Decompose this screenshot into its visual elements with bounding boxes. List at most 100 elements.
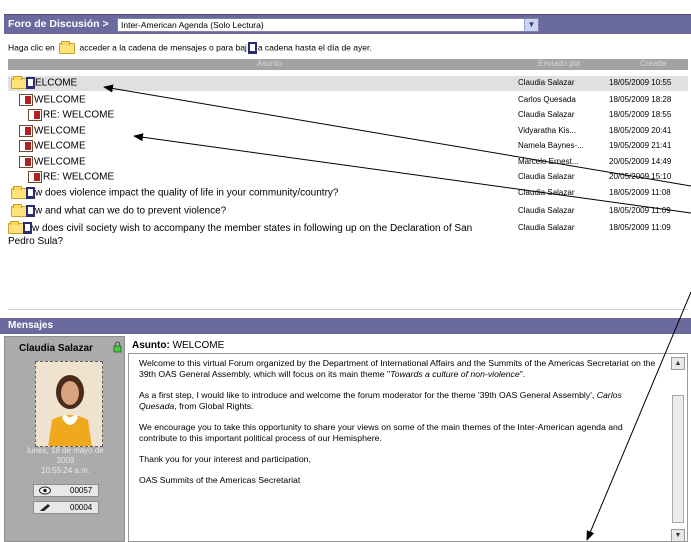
- thread-subject-cell: WELCOME: [19, 156, 86, 168]
- document-icon: [247, 42, 257, 54]
- author-photo: [35, 361, 103, 447]
- folder-icon[interactable]: [8, 220, 24, 234]
- lock-icon: [113, 341, 122, 353]
- avatar: [36, 362, 102, 446]
- author-panel: Claudia Salazar lunes, 18 de mayo de 200…: [4, 336, 125, 542]
- thread-date: 18/05/2009 11:08: [609, 188, 671, 197]
- instructions-text-3: a cadena hasta el día de ayer.: [257, 42, 372, 53]
- thread-row[interactable]: WELCOME Carlos Quesada 18/05/2009 18:28: [8, 93, 688, 108]
- subject-value: WELCOME: [172, 340, 225, 351]
- message-body: Welcome to this virtual Forum organized …: [139, 358, 659, 496]
- thread-sender: Vidyaratha Kis...: [518, 126, 577, 135]
- thread-subject-cell: WELCOME: [19, 140, 86, 152]
- author-post-date: lunes, 18 de mayo de 2009 10:55:24 a.m.: [5, 446, 126, 476]
- reply-icon: [28, 109, 42, 121]
- thread-subject-cell: WELCOME: [19, 125, 86, 137]
- thread-sender: Claudia Salazar: [518, 206, 575, 215]
- instructions-text-2: acceder a la cadena de mensajes o para b…: [79, 42, 247, 53]
- thread-date: 18/05/2009 10:55: [609, 78, 672, 87]
- thread-date: 18/05/2009 18:28: [609, 95, 672, 104]
- forum-header-bar: Foro de Discusión > Inter-American Agend…: [4, 14, 691, 34]
- thread-subject-cell: w and what can we do to prevent violence…: [11, 203, 227, 217]
- thread-sender: Marcelo Ernest...: [518, 157, 579, 166]
- message-paragraph: As a first step, I would like to introdu…: [139, 390, 659, 412]
- thread-row[interactable]: RE: WELCOME Claudia Salazar 18/05/2009 1…: [8, 108, 688, 123]
- subject-label: Asunto:: [132, 340, 170, 351]
- thread-sender: Namela Baynes-...: [518, 141, 584, 150]
- thread-sender: Carlos Quesada: [518, 95, 576, 104]
- author-name: Claudia Salazar: [19, 343, 93, 354]
- thread-subject: WELCOME: [34, 125, 86, 137]
- column-created: Creada: [640, 59, 667, 68]
- thread-subject: RE: WELCOME: [43, 171, 115, 183]
- forum-select-value: Inter-American Agenda (Solo Lectura): [121, 20, 264, 30]
- reply-icon: [19, 156, 33, 168]
- message-italic-text: Towards a culture of non-violence: [390, 369, 520, 379]
- message-scrollbar[interactable]: ▲ ▼: [671, 357, 685, 542]
- thread-subject: WELCOME: [34, 140, 86, 152]
- eye-icon: [39, 486, 51, 495]
- thread-date: 20/05/2009 14:49: [609, 157, 672, 166]
- thread-row[interactable]: WELCOME Marcelo Ernest... 20/05/2009 14:…: [8, 155, 688, 170]
- thread-row[interactable]: WELCOME Namela Baynes-... 19/05/2009 21:…: [8, 139, 688, 154]
- thread-sender: Claudia Salazar: [518, 223, 575, 232]
- folder-icon: [59, 40, 76, 54]
- document-icon[interactable]: [26, 187, 35, 199]
- thread-subject-cell: w does civil society wish to accompany t…: [8, 220, 478, 248]
- thread-row[interactable]: RE: WELCOME Claudia Salazar 20/05/2009 1…: [8, 170, 688, 185]
- message-paragraph: OAS Summits of the Americas Secretariat: [139, 475, 301, 485]
- message-paragraph: Thank you for your interest and particip…: [139, 454, 311, 464]
- thread-row[interactable]: ELCOME Claudia Salazar 18/05/2009 10:55: [8, 75, 688, 91]
- messages-panel-header: Mensajes: [0, 318, 691, 334]
- thread-row[interactable]: w does civil society wish to accompany t…: [4, 220, 684, 249]
- thread-sender: Claudia Salazar: [518, 110, 575, 119]
- thread-row[interactable]: w does violence impact the quality of li…: [8, 185, 688, 201]
- thread-subject-cell: w does violence impact the quality of li…: [11, 185, 338, 199]
- pencil-icon: [40, 504, 50, 511]
- posts-count: 00004: [70, 503, 93, 512]
- document-icon[interactable]: [26, 205, 35, 217]
- thread-date: 18/05/2009 20:41: [609, 126, 672, 135]
- thread-subject: WELCOME: [34, 156, 86, 168]
- thread-row[interactable]: WELCOME Vidyaratha Kis... 18/05/2009 20:…: [8, 124, 688, 139]
- thread-subject: RE: WELCOME: [43, 109, 115, 121]
- forum-select[interactable]: Inter-American Agenda (Solo Lectura) ▼: [117, 18, 539, 32]
- column-sender: Enviado por: [538, 59, 581, 68]
- thread-subject: w and what can we do to prevent violence…: [35, 205, 227, 217]
- column-subject: Asunto: [257, 59, 282, 68]
- scroll-up-button[interactable]: ▲: [671, 357, 685, 370]
- reply-icon: [28, 171, 42, 183]
- thread-subject-cell: WELCOME: [19, 94, 86, 106]
- folder-icon[interactable]: [11, 185, 27, 199]
- document-icon[interactable]: [23, 222, 32, 235]
- views-count: 00057: [70, 486, 93, 495]
- chevron-down-icon[interactable]: ▼: [524, 19, 538, 31]
- reply-icon: [19, 140, 33, 152]
- thread-subject: WELCOME: [34, 94, 86, 106]
- thread-subject: w does civil society wish to accompany t…: [8, 223, 473, 247]
- thread-date: 18/05/2009 11:09: [609, 223, 671, 232]
- message-body-box[interactable]: Welcome to this virtual Forum organized …: [128, 353, 688, 542]
- forum-title: Foro de Discusión >: [8, 18, 109, 30]
- thread-date: 19/05/2009 21:41: [609, 141, 672, 150]
- message-subject: Asunto: WELCOME: [132, 340, 224, 351]
- thread-row[interactable]: w and what can we do to prevent violence…: [8, 203, 688, 219]
- message-text: As a first step, I would like to introdu…: [139, 390, 597, 400]
- message-text: ".: [519, 369, 526, 379]
- posts-counter: 00004: [33, 501, 99, 514]
- instructions-text-1: Haga clic en: [8, 42, 55, 53]
- folder-open-icon[interactable]: [11, 75, 27, 89]
- thread-subject-cell: RE: WELCOME: [28, 109, 114, 121]
- scroll-track[interactable]: [672, 395, 684, 523]
- thread-date: 20/05/2009 15:10: [609, 172, 672, 181]
- message-paragraph: Welcome to this virtual Forum organized …: [139, 358, 659, 380]
- thread-sender: Claudia Salazar: [518, 172, 575, 181]
- reply-icon: [19, 125, 33, 137]
- folder-icon[interactable]: [11, 203, 27, 217]
- instructions: Haga clic en acceder a la cadena de mens…: [8, 40, 372, 54]
- author-date-line2: 2009: [56, 456, 75, 465]
- document-icon[interactable]: [26, 77, 35, 89]
- scroll-down-button[interactable]: ▼: [671, 529, 685, 542]
- author-time: 10:55:24 a.m.: [41, 466, 90, 475]
- thread-subject-cell: ELCOME: [11, 75, 77, 89]
